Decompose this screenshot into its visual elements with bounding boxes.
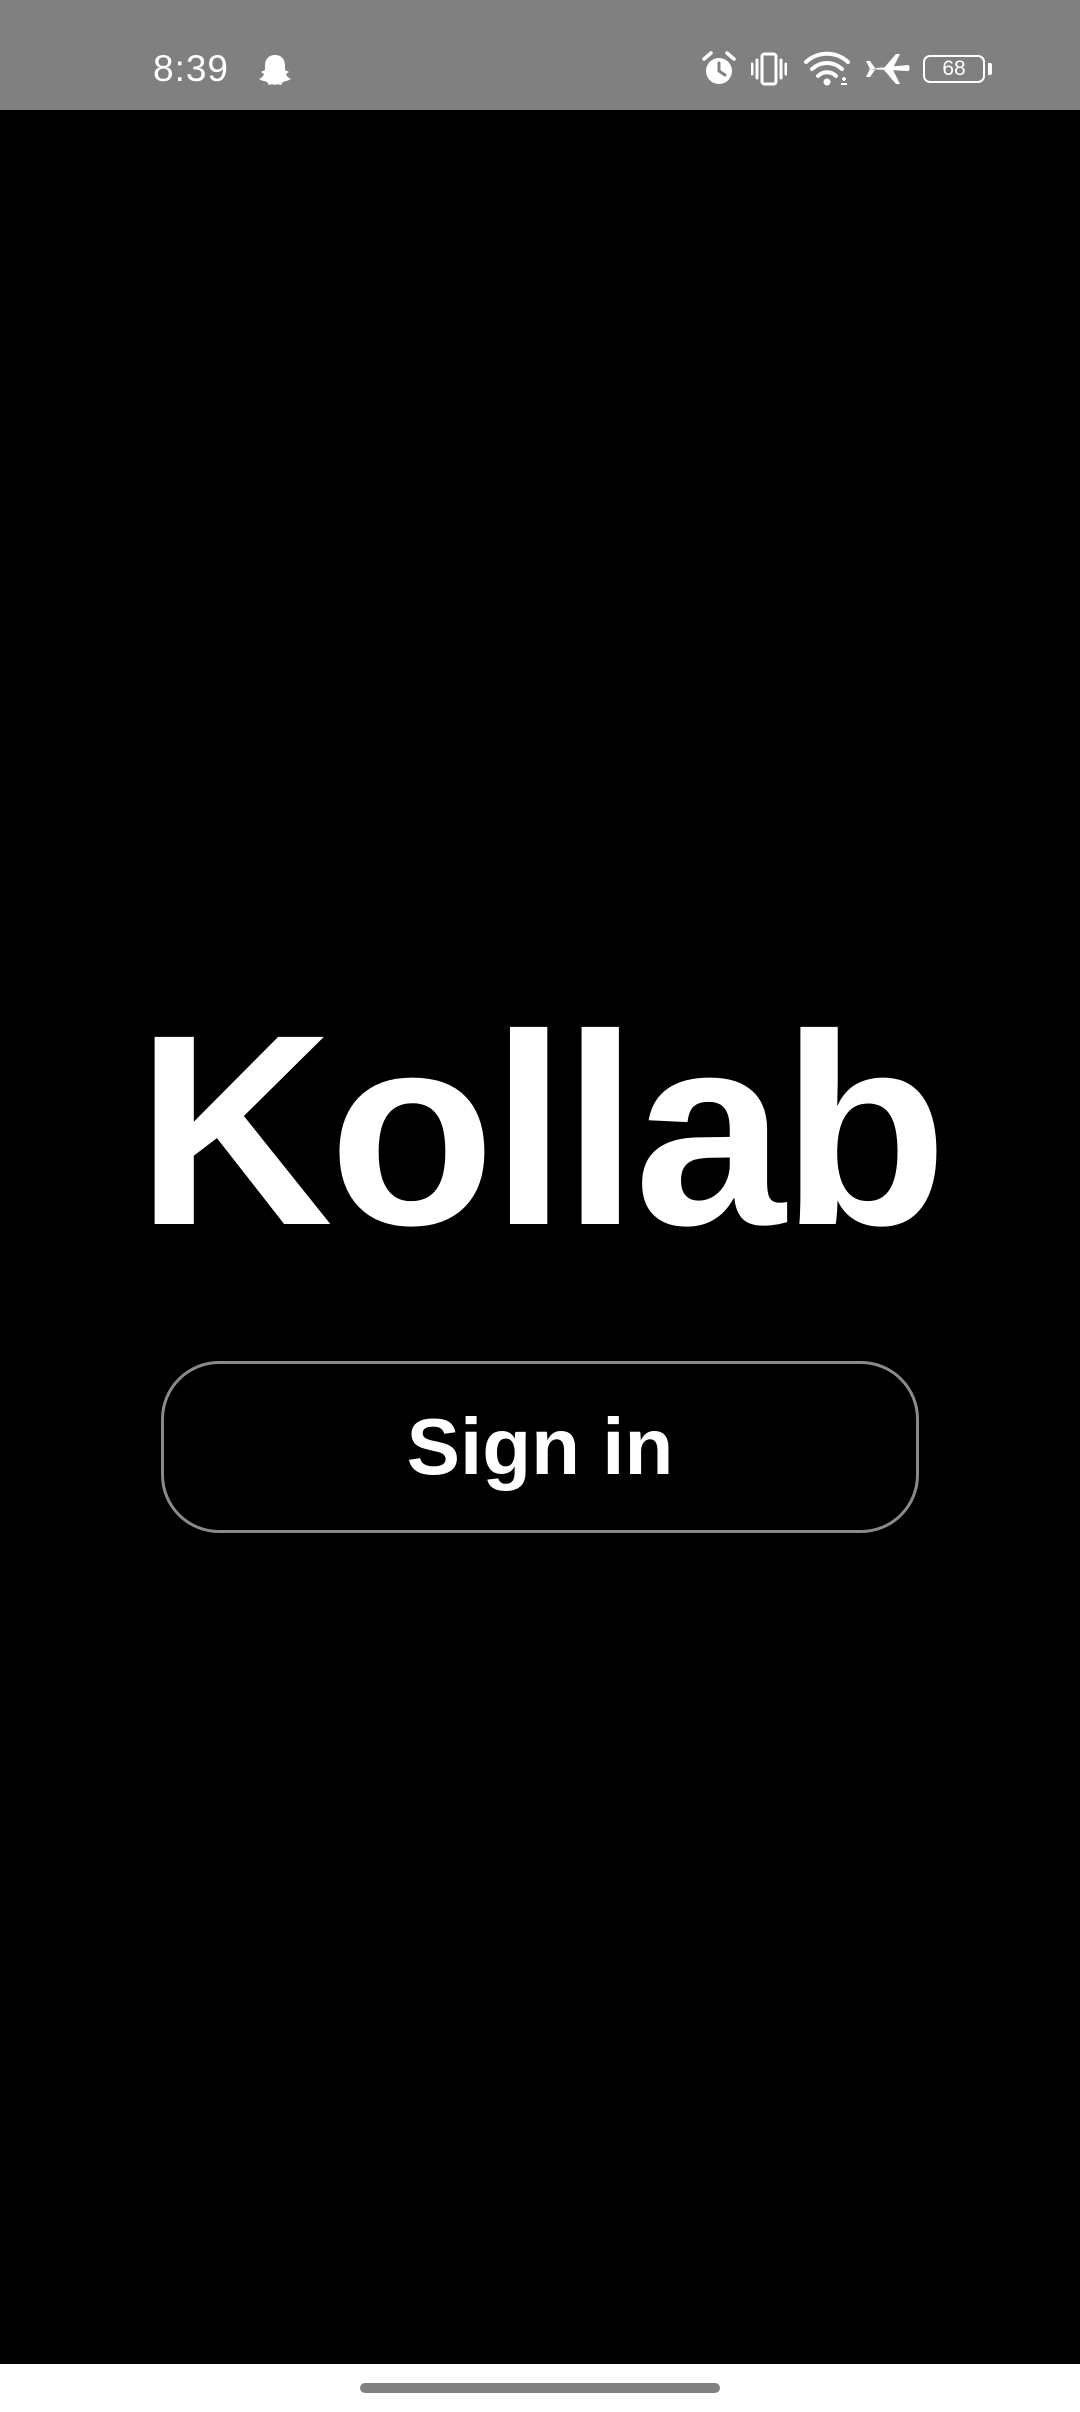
sign-in-button[interactable]: Sign in — [161, 1361, 919, 1533]
alarm-icon — [702, 51, 736, 84]
vibrate-icon — [751, 52, 787, 86]
battery-tip — [988, 63, 992, 75]
ghost-icon — [259, 55, 291, 85]
app-logo-title: Kollab — [136, 978, 947, 1282]
airplane-mode-icon — [866, 54, 910, 84]
app-screen: 8:39 68 Kollab Sign in — [0, 0, 1080, 2412]
wifi-icon — [804, 51, 850, 86]
home-gesture-handle[interactable] — [360, 2383, 720, 2393]
status-time: 8:39 — [153, 48, 230, 89]
battery-level: 68 — [942, 57, 966, 80]
status-bar: 8:39 68 — [0, 0, 1080, 110]
